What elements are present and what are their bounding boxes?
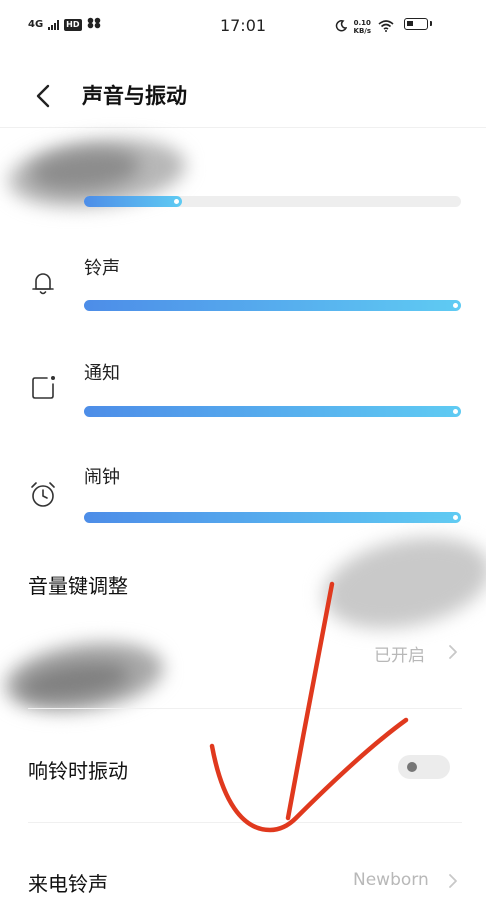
battery-icon <box>404 18 428 30</box>
ringtone-volume-slider[interactable] <box>84 300 461 311</box>
volume-fill <box>84 300 461 311</box>
network-speed: 0.10 KB/s <box>354 19 371 35</box>
back-button[interactable] <box>30 82 58 110</box>
obscured-row-value[interactable]: 已开启 <box>374 641 425 666</box>
scribble-redaction <box>314 523 486 643</box>
battery-tip <box>430 21 432 26</box>
ringtone-setting-value[interactable]: Newborn <box>353 870 429 890</box>
slider-knob <box>174 199 180 204</box>
volume-fill <box>84 196 183 207</box>
chevron-right-icon <box>446 643 460 661</box>
volume-fill <box>84 406 461 417</box>
status-bar: 4G HD 17:01 0.10 KB/s <box>0 0 486 54</box>
volume-fill <box>84 512 461 523</box>
row-divider <box>28 822 462 823</box>
ringtone-volume-label: 铃声 <box>84 258 120 279</box>
speed-value: 0.10 <box>353 18 371 27</box>
slider-knob <box>453 515 458 520</box>
moon-icon <box>335 17 347 36</box>
toggle-knob <box>407 762 417 772</box>
media-volume-slider[interactable] <box>84 196 461 207</box>
alarm-clock-icon <box>28 480 58 510</box>
page-header: 声音与振动 <box>0 64 486 126</box>
notification-volume-slider[interactable] <box>84 406 461 417</box>
page-title: 声音与振动 <box>82 84 187 108</box>
bell-icon <box>28 268 58 298</box>
slider-knob <box>453 409 458 414</box>
speed-unit: KB/s <box>353 26 371 35</box>
chevron-right-icon <box>446 872 460 890</box>
vibrate-on-ring-label: 响铃时振动 <box>28 759 128 783</box>
chevron-left-icon <box>36 84 50 108</box>
ringtone-setting-label[interactable]: 来电铃声 <box>28 868 108 897</box>
alarm-volume-slider[interactable] <box>84 512 461 523</box>
vibrate-on-ring-toggle[interactable] <box>398 755 450 779</box>
notification-icon <box>28 373 58 403</box>
notification-volume-label: 通知 <box>84 363 120 384</box>
status-right: 0.10 KB/s <box>335 17 394 36</box>
header-divider <box>0 127 486 128</box>
wifi-icon <box>378 17 394 36</box>
row-divider <box>28 708 462 709</box>
volume-keys-label: 音量键调整 <box>28 574 128 598</box>
alarm-volume-label: 闹钟 <box>84 467 120 488</box>
slider-knob <box>453 303 458 308</box>
